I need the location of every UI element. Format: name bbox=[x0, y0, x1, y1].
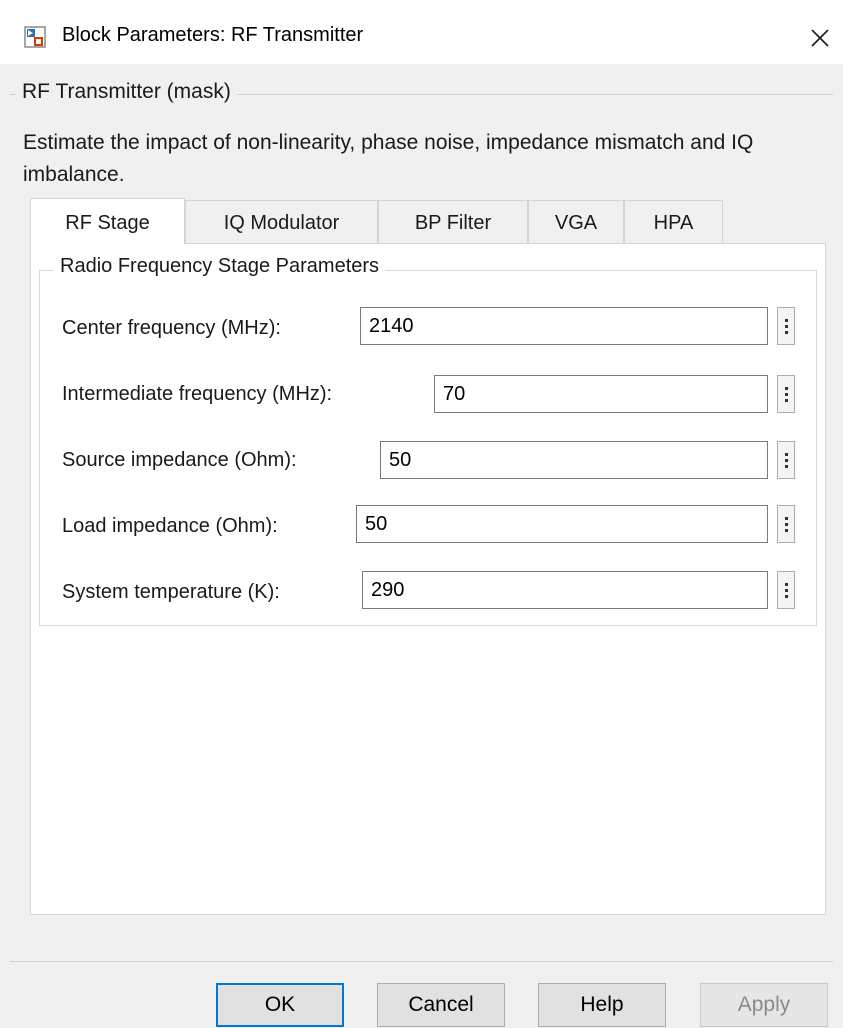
system-temperature-input[interactable] bbox=[362, 571, 768, 609]
apply-button[interactable]: Apply bbox=[700, 983, 828, 1027]
load-impedance-input[interactable] bbox=[356, 505, 768, 543]
bottom-separator bbox=[10, 961, 833, 962]
block-parameters-dialog: Block Parameters: RF Transmitter RF Tran… bbox=[0, 0, 843, 1028]
intermediate-frequency-input[interactable] bbox=[434, 375, 768, 413]
center-frequency-more-icon[interactable] bbox=[777, 307, 795, 345]
title-bar[interactable]: Block Parameters: RF Transmitter bbox=[0, 0, 843, 64]
load-impedance-label: Load impedance (Ohm): bbox=[62, 515, 278, 537]
tab-vga[interactable]: VGA bbox=[528, 200, 624, 244]
center-frequency-input[interactable] bbox=[360, 307, 768, 345]
ok-button[interactable]: OK bbox=[216, 983, 344, 1027]
mask-title: RF Transmitter (mask) bbox=[16, 80, 237, 104]
center-frequency-label: Center frequency (MHz): bbox=[62, 317, 281, 339]
source-impedance-label: Source impedance (Ohm): bbox=[62, 449, 297, 471]
tab-bp-filter[interactable]: BP Filter bbox=[378, 200, 528, 244]
load-impedance-more-icon[interactable] bbox=[777, 505, 795, 543]
cancel-button[interactable]: Cancel bbox=[377, 983, 505, 1027]
intermediate-frequency-more-icon[interactable] bbox=[777, 375, 795, 413]
mask-description: Estimate the impact of non-linearity, ph… bbox=[23, 131, 754, 186]
help-button[interactable]: Help bbox=[538, 983, 666, 1027]
close-icon[interactable] bbox=[800, 18, 840, 58]
tab-panel-rf-stage: Radio Frequency Stage Parameters Center … bbox=[30, 243, 826, 915]
tab-hpa[interactable]: HPA bbox=[624, 200, 723, 244]
source-impedance-more-icon[interactable] bbox=[777, 441, 795, 479]
simulink-block-icon bbox=[24, 26, 46, 48]
system-temperature-more-icon[interactable] bbox=[777, 571, 795, 609]
tab-rf-stage[interactable]: RF Stage bbox=[30, 198, 185, 244]
group-title: Radio Frequency Stage Parameters bbox=[54, 255, 386, 278]
source-impedance-input[interactable] bbox=[380, 441, 768, 479]
window-title: Block Parameters: RF Transmitter bbox=[62, 24, 364, 46]
system-temperature-label: System temperature (K): bbox=[62, 581, 280, 603]
rf-stage-parameters-group: Radio Frequency Stage Parameters Center … bbox=[39, 255, 817, 626]
tab-iq-modulator[interactable]: IQ Modulator bbox=[185, 200, 378, 244]
intermediate-frequency-label: Intermediate frequency (MHz): bbox=[62, 383, 333, 405]
